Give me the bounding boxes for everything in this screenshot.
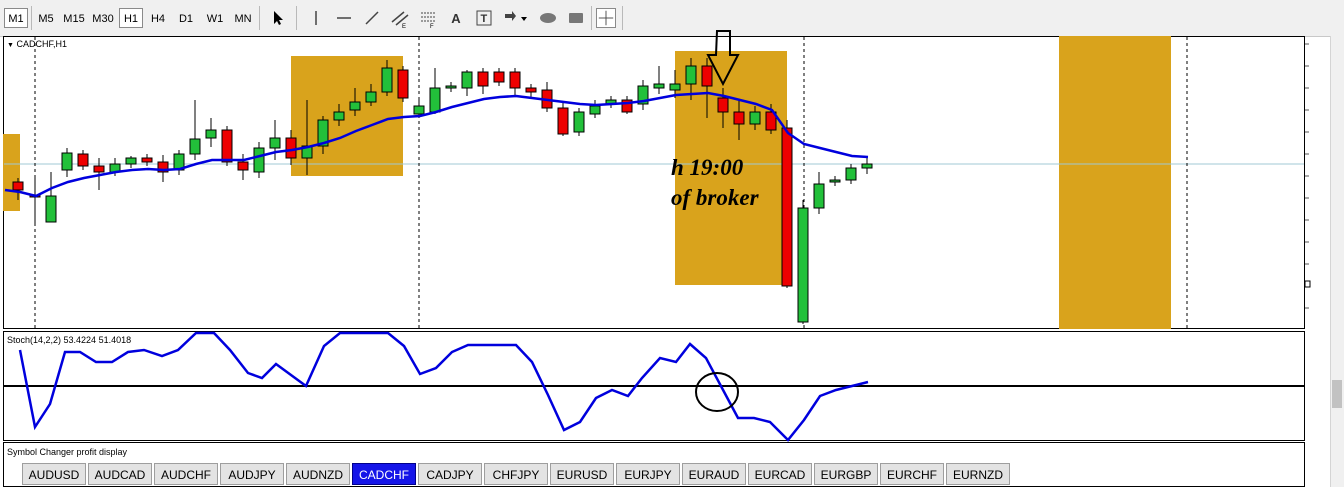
symbol-button-eurgbp[interactable]: EURGBP — [814, 463, 878, 485]
symbol-button-chfjpy[interactable]: CHFJPY — [484, 463, 548, 485]
symbol-button-euraud[interactable]: EURAUD — [682, 463, 746, 485]
symbol-button-audusd[interactable]: AUDUSD — [22, 463, 86, 485]
symbol-changer-title: Symbol Changer profit display — [7, 447, 128, 457]
symbol-button-audcad[interactable]: AUDCAD — [88, 463, 152, 485]
symbol-button-audnzd[interactable]: AUDNZD — [286, 463, 350, 485]
symbol-button-eurchf[interactable]: EURCHF — [880, 463, 944, 485]
symbol-button-eurnzd[interactable]: EURNZD — [946, 463, 1010, 485]
scrollbar-thumb[interactable] — [1332, 380, 1342, 408]
symbol-button-cadjpy[interactable]: CADJPY — [418, 463, 482, 485]
symbol-button-eurjpy[interactable]: EURJPY — [616, 463, 680, 485]
stochastic-label: Stoch(14,2,2) 53.4224 51.4018 — [7, 335, 132, 345]
symbol-button-eurusd[interactable]: EURUSD — [550, 463, 614, 485]
vertical-scrollbar[interactable] — [1330, 36, 1344, 487]
symbol-button-cadchf[interactable]: CADCHF — [352, 463, 416, 485]
stochastic-chart — [4, 331, 1304, 442]
symbol-button-audjpy[interactable]: AUDJPY — [220, 463, 284, 485]
symbol-button-audchf[interactable]: AUDCHF — [154, 463, 218, 485]
symbol-button-eurcad[interactable]: EURCAD — [748, 463, 812, 485]
